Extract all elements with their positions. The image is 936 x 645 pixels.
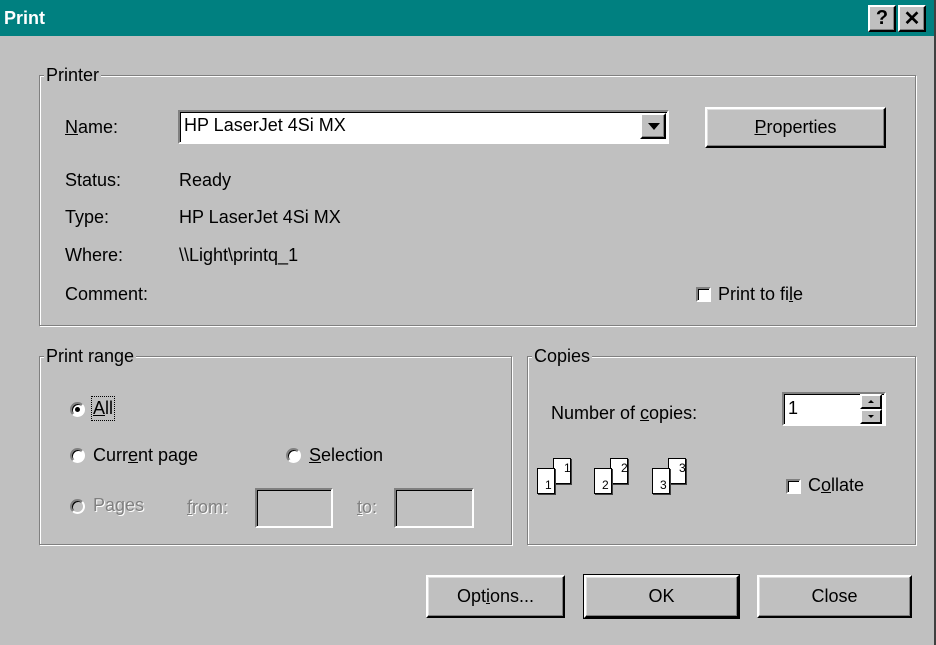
copies-input[interactable]: 1 [782, 392, 886, 426]
page-number: 1 [545, 478, 552, 492]
print-dialog: Print ? ✕ Printer Name: HP LaserJet 4Si … [0, 0, 936, 645]
window-title: Print [4, 8, 46, 28]
current-page-radio[interactable] [70, 448, 85, 463]
page-number: 2 [602, 478, 609, 492]
from-input[interactable] [255, 488, 333, 528]
options-button[interactable]: Options... [426, 575, 565, 618]
from-label: from: [187, 497, 229, 517]
title-bar[interactable]: Print ? ✕ [0, 0, 934, 36]
print-to-file-label[interactable]: Print to file [718, 284, 803, 305]
all-label[interactable]: All [90, 396, 116, 421]
all-radio[interactable] [70, 402, 85, 417]
status-label: Status: [65, 170, 122, 190]
page-number: 2 [621, 461, 628, 475]
printer-name-label: Name: [65, 117, 119, 137]
type-label: Type: [65, 207, 110, 227]
print-to-file-checkbox[interactable] [696, 287, 711, 302]
selection-radio[interactable] [286, 448, 301, 463]
spin-up-icon[interactable] [860, 394, 882, 409]
collate-checkbox[interactable] [786, 479, 801, 494]
copies-spinner[interactable] [860, 394, 884, 424]
number-of-copies-label: Number of copies: [551, 403, 698, 423]
printer-name-dropdown[interactable]: HP LaserJet 4Si MX [178, 110, 669, 144]
page-number: 3 [679, 461, 686, 475]
pages-radio[interactable] [70, 499, 85, 514]
printer-group-label: Printer [44, 64, 102, 86]
spin-down-icon[interactable] [860, 409, 882, 424]
pages-label[interactable]: Pages [93, 495, 144, 516]
comment-label: Comment: [65, 284, 149, 304]
copies-value: 1 [788, 398, 799, 418]
properties-button[interactable]: Properties [705, 107, 886, 148]
page-number: 3 [660, 478, 667, 492]
selection-label[interactable]: Selection [309, 445, 383, 466]
status-value: Ready [179, 170, 232, 190]
copies-group: Copies [527, 345, 916, 545]
type-value: HP LaserJet 4Si MX [179, 207, 341, 227]
ok-button[interactable]: OK [583, 574, 740, 619]
collate-label[interactable]: Collate [808, 475, 864, 496]
close-window-button[interactable]: ✕ [898, 5, 926, 32]
page-number: 1 [564, 461, 571, 475]
where-value: \\Light\printq_1 [179, 245, 299, 265]
where-label: Where: [65, 245, 124, 265]
properties-button-label: Properties [754, 117, 837, 137]
current-page-label[interactable]: Current page [93, 445, 198, 466]
close-button[interactable]: Close [757, 575, 912, 618]
printer-name-label-rest: ame: [78, 117, 119, 137]
to-label: to: [357, 497, 378, 517]
copies-group-label: Copies [532, 345, 593, 367]
help-button[interactable]: ? [868, 5, 896, 32]
print-range-group-label: Print range [44, 345, 137, 367]
printer-name-value: HP LaserJet 4Si MX [184, 115, 346, 135]
close-button-label: Close [811, 586, 858, 606]
options-button-label: Options... [456, 586, 535, 606]
to-input[interactable] [394, 488, 474, 528]
chevron-down-icon[interactable] [640, 113, 666, 139]
ok-button-label: OK [648, 586, 675, 606]
